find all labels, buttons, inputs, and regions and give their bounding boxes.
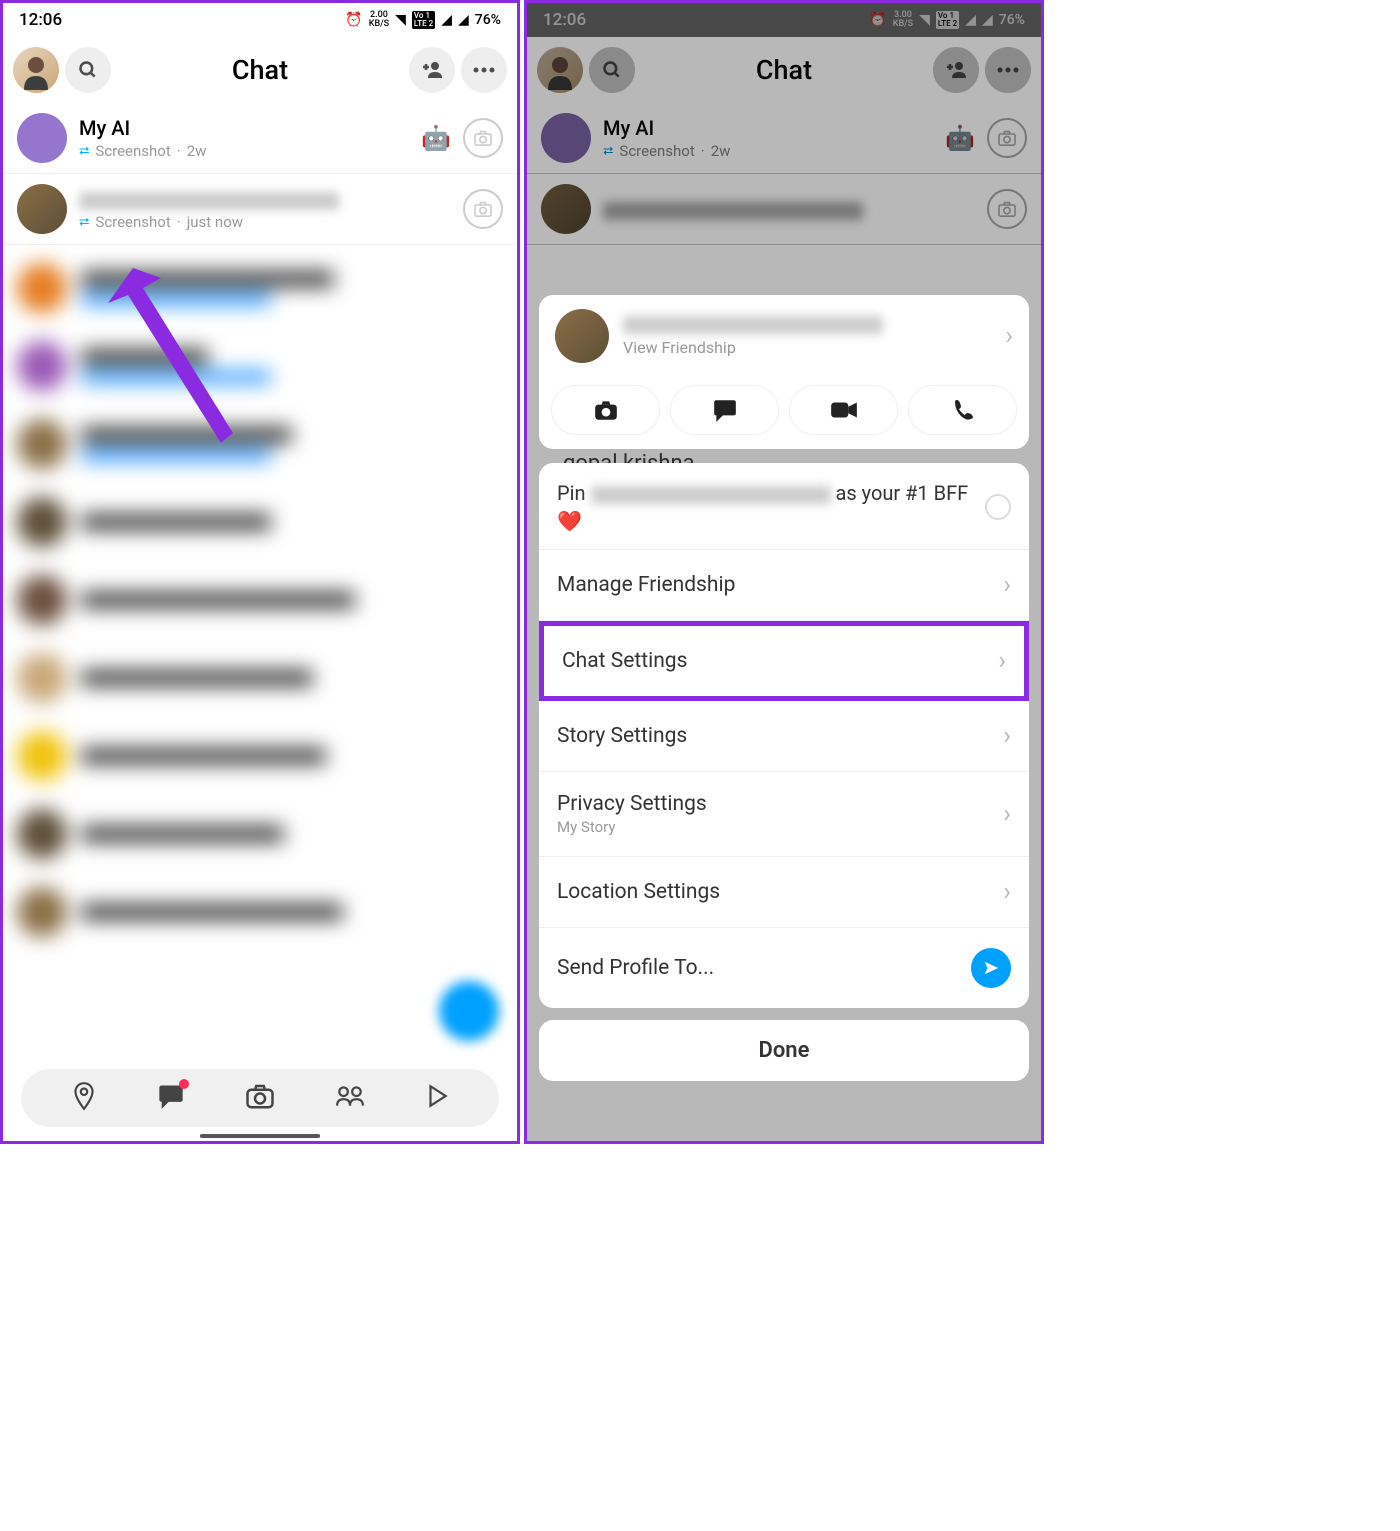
settings-menu: Pin as your #1 BFF ❤️ Manage Friendship … <box>539 463 1029 1008</box>
screenshot-icon: ⮂ <box>79 144 89 159</box>
chat-name-blurred <box>79 187 451 211</box>
home-indicator <box>200 1134 320 1138</box>
send-icon <box>971 948 1011 988</box>
status-time: 12:06 <box>19 10 62 30</box>
status-bar: 12:06 ⏰ 2.00KB/S ◥ Vo 1LTE 2 ◢ ◢ 76% <box>3 3 517 37</box>
map-tab[interactable] <box>71 1081 97 1115</box>
chevron-right-icon: › <box>1005 321 1013 351</box>
friend-name-blurred <box>623 316 883 334</box>
robot-emoji: 🤖 <box>421 124 451 152</box>
chat-header: Chat <box>3 37 517 103</box>
blurred-chat-list <box>3 245 517 955</box>
done-button[interactable]: Done <box>539 1020 1029 1081</box>
spotlight-tab[interactable] <box>425 1083 449 1113</box>
send-profile-option[interactable]: Send Profile To... <box>539 928 1029 1008</box>
friend-header[interactable]: View Friendship › <box>539 295 1029 377</box>
chevron-right-icon: › <box>1003 877 1011 907</box>
chat-item-my-ai[interactable]: My AI ⮂ Screenshot · 2w 🤖 <box>3 103 517 174</box>
signal-icon-2: ◢ <box>458 12 469 28</box>
notification-badge <box>179 1079 189 1089</box>
lte-badge: Vo 1LTE 2 <box>412 11 435 29</box>
quick-actions <box>539 377 1029 449</box>
avatar <box>17 113 67 163</box>
snap-button[interactable] <box>551 385 660 435</box>
alarm-icon: ⏰ <box>345 12 362 28</box>
screenshot-icon: ⮂ <box>79 215 89 230</box>
privacy-settings-option[interactable]: Privacy Settings My Story › <box>539 772 1029 857</box>
compose-fab[interactable] <box>439 981 499 1041</box>
pin-bff-option[interactable]: Pin as your #1 BFF ❤️ <box>539 463 1029 550</box>
bottom-nav <box>21 1069 499 1127</box>
status-icons: ⏰ 2.00KB/S ◥ Vo 1LTE 2 ◢ ◢ 76% <box>345 11 501 29</box>
chat-time: 2w <box>187 142 207 160</box>
chat-tab[interactable] <box>157 1083 185 1113</box>
signal-icon: ◢ <box>441 12 452 28</box>
network-speed: 2.00KB/S <box>369 11 389 29</box>
chat-status: Screenshot <box>95 213 170 231</box>
search-button[interactable] <box>65 47 111 93</box>
wifi-icon: ◥ <box>395 12 406 28</box>
chevron-right-icon: › <box>1003 721 1011 751</box>
chat-time: just now <box>187 213 243 231</box>
left-screenshot: 12:06 ⏰ 2.00KB/S ◥ Vo 1LTE 2 ◢ ◢ 76% Cha… <box>0 0 520 1144</box>
chat-item-friend[interactable]: ⮂ Screenshot · just now <box>3 174 517 245</box>
chat-name: My AI <box>79 116 409 140</box>
chevron-right-icon: › <box>998 646 1006 676</box>
more-button[interactable] <box>461 47 507 93</box>
radio-unchecked-icon <box>985 494 1011 520</box>
camera-tab[interactable] <box>245 1083 275 1113</box>
action-sheet: View Friendship › <box>539 295 1029 1081</box>
chevron-right-icon: › <box>1003 799 1011 829</box>
video-call-button[interactable] <box>789 385 898 435</box>
chat-settings-option[interactable]: Chat Settings › <box>539 621 1029 701</box>
manage-friendship-option[interactable]: Manage Friendship › <box>539 550 1029 621</box>
chat-status: Screenshot <box>95 142 170 160</box>
audio-call-button[interactable] <box>908 385 1017 435</box>
chat-button[interactable] <box>670 385 779 435</box>
avatar <box>17 184 67 234</box>
snap-camera-button[interactable] <box>463 189 503 229</box>
stories-tab[interactable] <box>335 1084 365 1112</box>
view-friendship-link[interactable]: View Friendship <box>623 338 991 357</box>
story-settings-option[interactable]: Story Settings › <box>539 701 1029 772</box>
right-screenshot: 12:06 ⏰ 3.00KB/S ◥ Vo 1LTE 2 ◢ ◢ 76% Cha… <box>524 0 1044 1144</box>
add-friend-button[interactable] <box>409 47 455 93</box>
profile-avatar[interactable] <box>13 47 59 93</box>
location-settings-option[interactable]: Location Settings › <box>539 857 1029 928</box>
page-title: Chat <box>117 54 403 86</box>
friend-avatar <box>555 309 609 363</box>
battery-percent: 76% <box>475 12 501 28</box>
chevron-right-icon: › <box>1003 570 1011 600</box>
snap-camera-button[interactable] <box>463 118 503 158</box>
